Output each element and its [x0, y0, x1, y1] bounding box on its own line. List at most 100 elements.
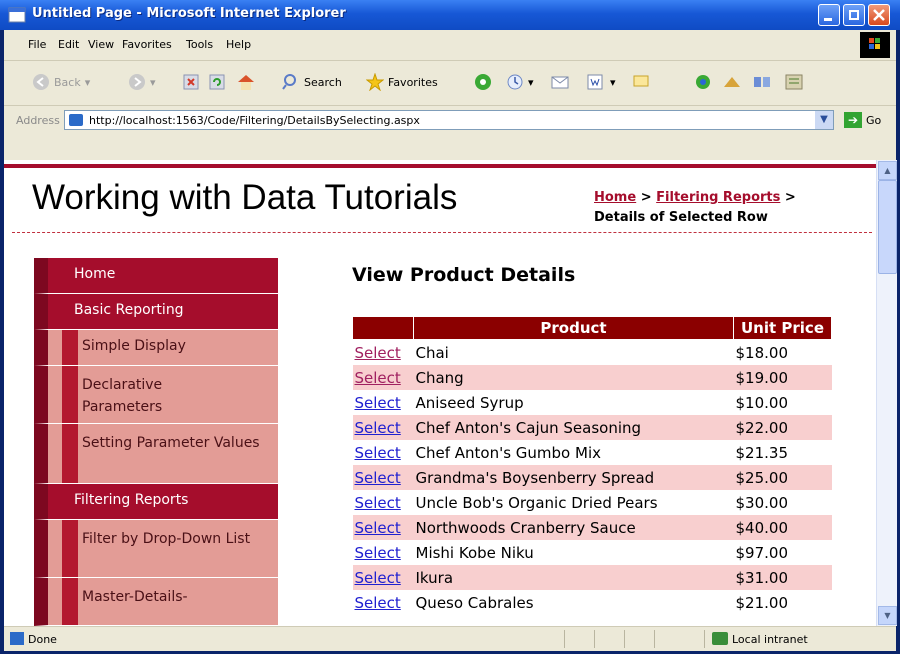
table-row: Select Chef Anton's Cajun Seasoning $22.…	[352, 415, 832, 440]
maximize-button[interactable]	[843, 4, 865, 26]
product-name: Grandma's Boysenberry Spread	[413, 465, 734, 490]
star-icon	[366, 73, 384, 91]
search-button[interactable]: Search	[282, 73, 342, 91]
history-button[interactable]: ▾	[506, 73, 534, 91]
menu-item-label: Declarative Parameters	[82, 377, 163, 415]
select-link[interactable]: Select	[355, 494, 401, 512]
page-done-icon	[10, 632, 24, 645]
grid-header-row: Product Unit Price	[352, 316, 832, 340]
select-link[interactable]: Select	[355, 369, 401, 387]
address-url: http://localhost:1563/Code/Filtering/Det…	[89, 114, 420, 127]
menu-tools[interactable]: Tools	[186, 38, 213, 51]
back-button[interactable]: Back ▾	[32, 73, 90, 91]
menu-item-declarative-parameters[interactable]: Declarative Parameters	[34, 366, 278, 424]
menu-view[interactable]: View	[88, 38, 114, 51]
go-button[interactable]: ➔ Go	[844, 112, 881, 128]
unit-price: $19.00	[733, 365, 832, 390]
close-button[interactable]	[868, 4, 890, 26]
product-name: Chang	[413, 365, 734, 390]
select-link[interactable]: Select	[355, 444, 401, 462]
breadcrumb-section-link[interactable]: Filtering Reports	[656, 190, 780, 205]
breadcrumb-separator: >	[784, 190, 796, 205]
select-link[interactable]: Select	[355, 469, 401, 487]
table-row: Select Ikura $31.00	[352, 565, 832, 590]
discuss-icon[interactable]	[632, 73, 650, 91]
menu-item-label: Filtering Reports	[74, 492, 189, 508]
grid-header-product: Product	[413, 316, 734, 340]
favorites-button[interactable]: Favorites	[366, 73, 438, 91]
address-label: Address	[16, 114, 60, 127]
address-input[interactable]: http://localhost:1563/Code/Filtering/Det…	[64, 110, 834, 130]
select-link[interactable]: Select	[355, 419, 401, 437]
search-label: Search	[304, 75, 342, 89]
unit-price: $21.00	[735, 593, 789, 612]
menu-item-label: Home	[74, 266, 116, 282]
media-icon[interactable]	[474, 73, 492, 91]
word-button[interactable]: ▾	[586, 73, 616, 91]
product-name: Aniseed Syrup	[415, 393, 524, 412]
menu-item-setting-parameter-values[interactable]: Setting Parameter Values	[34, 424, 278, 484]
product-name: Northwoods Cranberry Sauce	[413, 515, 734, 540]
menu-item-filter-by-dropdown[interactable]: Filter by Drop-Down List	[34, 520, 278, 578]
select-link[interactable]: Select	[355, 394, 401, 412]
messenger-icon[interactable]	[694, 73, 712, 91]
product-name: Chef Anton's Cajun Seasoning	[413, 415, 734, 440]
menu-item-home[interactable]: Home	[34, 258, 278, 294]
tools-icon[interactable]	[752, 73, 772, 91]
select-link[interactable]: Select	[355, 344, 401, 362]
home-icon[interactable]	[236, 73, 256, 91]
menu-item-filtering-reports[interactable]: Filtering Reports	[34, 484, 278, 520]
menu-item-basic-reporting[interactable]: Basic Reporting	[34, 294, 278, 330]
page-icon	[69, 114, 83, 126]
select-link[interactable]: Select	[355, 594, 401, 612]
product-name: Uncle Bob's Organic Dried Pears	[415, 493, 658, 512]
word-icon	[587, 74, 603, 90]
scroll-down-icon[interactable]: ▼	[878, 606, 897, 625]
vertical-scrollbar[interactable]: ▲ ▼	[876, 160, 897, 626]
menu-help[interactable]: Help	[226, 38, 251, 51]
chevron-down-icon: ▾	[528, 75, 534, 89]
menu-item-label: Filter by Drop-Down List	[82, 531, 251, 547]
menu-item-label: Setting Parameter Values	[82, 435, 260, 451]
table-row: Select Chef Anton's Gumbo Mix $21.35	[353, 440, 832, 465]
security-zone: Local intranet	[732, 633, 808, 646]
mail-icon[interactable]	[550, 73, 570, 91]
unit-price: $31.00	[733, 565, 832, 590]
product-name: Mishi Kobe Niku	[415, 543, 534, 562]
minimize-button[interactable]	[818, 4, 840, 26]
menu-file[interactable]: File	[28, 38, 46, 51]
select-link[interactable]: Select	[355, 544, 401, 562]
header-rule	[4, 164, 876, 168]
ie-app-icon	[8, 7, 26, 23]
refresh-icon[interactable]	[208, 73, 226, 91]
menu-item-simple-display[interactable]: Simple Display	[34, 330, 278, 366]
stop-icon[interactable]	[182, 73, 200, 91]
menu-edit[interactable]: Edit	[58, 38, 79, 51]
breadcrumb-home-link[interactable]: Home	[594, 190, 636, 205]
research-icon[interactable]	[722, 73, 742, 91]
breadcrumb-current: Details of Selected Row	[594, 210, 768, 225]
close-icon	[873, 9, 885, 21]
menu-item-master-details[interactable]: Master-Details-	[34, 578, 278, 626]
product-name: Chai	[415, 343, 449, 362]
header-divider	[12, 232, 872, 233]
status-divider	[594, 630, 595, 648]
product-name: Chef Anton's Gumbo Mix	[415, 443, 602, 462]
window-title: Untitled Page - Microsoft Internet Explo…	[32, 6, 346, 21]
back-label: Back	[54, 75, 81, 89]
chevron-down-icon: ▾	[84, 75, 91, 89]
unit-price: $22.00	[733, 415, 832, 440]
menu-favorites[interactable]: Favorites	[122, 38, 172, 51]
unit-price: $97.00	[735, 543, 789, 562]
title-bar: Untitled Page - Microsoft Internet Explo…	[0, 0, 900, 30]
scroll-thumb[interactable]	[878, 180, 897, 274]
menu-indent-bar	[62, 366, 78, 423]
select-link[interactable]: Select	[355, 519, 401, 537]
chevron-down-icon[interactable]: ▼	[815, 111, 833, 129]
translate-icon[interactable]	[784, 73, 804, 91]
forward-button[interactable]: ▾	[128, 73, 156, 91]
address-bar: Address http://localhost:1563/Code/Filte…	[4, 106, 896, 134]
go-arrow-icon: ➔	[844, 112, 862, 128]
scroll-up-icon[interactable]: ▲	[878, 161, 897, 180]
select-link[interactable]: Select	[355, 569, 401, 587]
